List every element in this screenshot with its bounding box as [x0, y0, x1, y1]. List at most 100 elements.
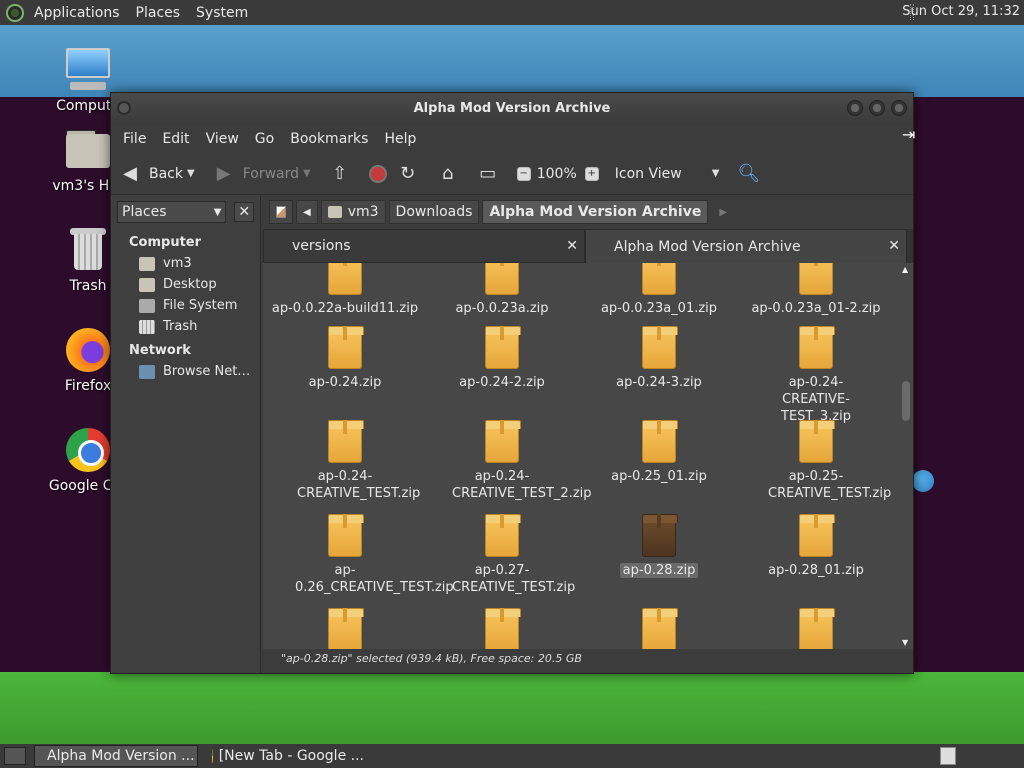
minimize-button[interactable] [847, 100, 863, 116]
maximize-button[interactable] [869, 100, 885, 116]
file-item[interactable]: ap-0.0.23a_01-2.zip [738, 263, 894, 317]
file-item[interactable]: ap-0.24-CREATIVE-TEST_3.zip [738, 326, 894, 425]
clock[interactable]: Sun Oct 29, 11:32 [902, 4, 1020, 19]
sidebar-item-file-system[interactable]: File System [111, 295, 260, 316]
menu-help[interactable]: Help [376, 131, 424, 147]
file-item[interactable]: ap-0.24-3.zip [581, 326, 737, 391]
zoom-out-icon[interactable]: − [516, 166, 531, 181]
show-desktop-button[interactable] [4, 747, 26, 765]
zoom-level: 100% [536, 165, 577, 182]
file-item-partial[interactable] [738, 608, 894, 649]
zip-archive-icon [642, 326, 678, 369]
tab-alpha-mod-version-archive[interactable]: Alpha Mod Version Archive ✕ [585, 229, 907, 263]
file-item[interactable]: ap-0.25-CREATIVE_TEST.zip [738, 420, 894, 502]
file-item-partial[interactable] [581, 608, 737, 649]
file-item[interactable]: ap-0.26_CREATIVE_TEST.zip [267, 514, 454, 596]
menu-file[interactable]: File [115, 131, 154, 147]
file-item[interactable]: ap-0.24-CREATIVE_TEST.zip [267, 420, 423, 502]
path-crumb-current[interactable]: Alpha Mod Version Archive [482, 200, 709, 224]
zip-archive-icon [485, 420, 521, 463]
scroll-up-icon[interactable]: ▲ [902, 265, 908, 274]
window-menu-icon[interactable] [117, 101, 131, 115]
sidebar-item-label: Desktop [163, 277, 217, 292]
zip-archive-icon [642, 420, 678, 463]
path-crumb-downloads[interactable]: Downloads [388, 200, 480, 224]
sidebar-close-button[interactable]: ✕ [234, 202, 254, 222]
view-mode-select[interactable]: Icon View ▼ [615, 166, 728, 182]
taskbar-item-file-manager[interactable]: Alpha Mod Version ... [34, 745, 198, 767]
zip-archive-icon [328, 514, 364, 557]
file-item[interactable]: ap-0.24-CREATIVE_TEST_2.zip [424, 420, 592, 502]
up-button[interactable]: ⇧ [329, 163, 359, 184]
taskbar-item-label: [New Tab - Google ... [218, 748, 364, 764]
zip-archive-icon [799, 263, 833, 295]
tab-versions[interactable]: versions ✕ [263, 229, 585, 263]
location-edit-button[interactable] [269, 200, 293, 224]
stop-button[interactable] [368, 164, 387, 183]
search-button[interactable]: 🔍︎ [737, 163, 767, 184]
file-item[interactable]: ap-0.24-2.zip [424, 326, 580, 391]
zip-archive-icon [642, 263, 676, 295]
path-crumb-vm3[interactable]: vm3 [320, 200, 386, 224]
menu-system[interactable]: System [188, 5, 256, 21]
menu-bookmarks[interactable]: Bookmarks [282, 131, 376, 147]
file-item[interactable]: ap-0.27-CREATIVE_TEST.zip [424, 514, 580, 596]
sidebar-item-label: Browse Net… [163, 364, 251, 379]
file-label: ap-0.0.23a_01-2.zip [751, 301, 881, 316]
resize-cursor-icon: ⇥ [902, 125, 916, 144]
file-item[interactable]: ap-0.0.23a.zip [424, 263, 580, 317]
forward-history-dropdown-icon[interactable]: ▼ [303, 168, 311, 179]
file-item[interactable]: ap-0.0.23a_01.zip [581, 263, 737, 317]
view-mode-dropdown-icon: ▼ [711, 168, 720, 179]
file-item-partial[interactable] [424, 608, 580, 649]
computer-button[interactable]: ▭ [477, 163, 507, 184]
zip-archive-icon [799, 326, 835, 369]
file-item[interactable]: ap-0.0.22a-build11.zip [267, 263, 423, 317]
scroll-down-icon[interactable]: ▼ [902, 638, 908, 647]
workspace-switcher[interactable] [940, 747, 956, 765]
stop-icon [368, 164, 387, 183]
window-titlebar[interactable]: Alpha Mod Version Archive [111, 93, 913, 125]
menu-edit[interactable]: Edit [154, 131, 197, 147]
chevron-right-icon[interactable]: ▶ [719, 207, 727, 218]
file-item[interactable]: ap-0.24.zip [267, 326, 423, 391]
file-item[interactable]: ap-0.28_01.zip [738, 514, 894, 579]
file-item-selected[interactable]: ap-0.28.zip [581, 514, 737, 579]
file-label: ap-0.24-CREATIVE_TEST.zip [297, 469, 421, 501]
taskbar-item-label: Alpha Mod Version ... [47, 748, 195, 764]
firefox-icon [64, 326, 112, 374]
forward-button[interactable]: ▶ Forward ▼ [213, 163, 319, 184]
gnome-logo-icon[interactable] [6, 3, 24, 22]
zip-archive-icon [328, 608, 364, 649]
file-label: ap-0.0.23a.zip [455, 301, 549, 316]
close-button[interactable] [891, 100, 907, 116]
menu-places[interactable]: Places [128, 5, 189, 21]
sidebar-selector[interactable]: Places ▼ [117, 201, 227, 223]
vertical-scrollbar[interactable]: ▲ ▼ [899, 263, 913, 649]
file-item-partial[interactable] [267, 608, 423, 649]
zip-archive-icon [328, 420, 364, 463]
file-item[interactable]: ap-0.25_01.zip [581, 420, 737, 485]
home-button[interactable]: ⌂ [437, 163, 467, 184]
reload-button[interactable]: ↻ [397, 163, 427, 184]
zoom-in-icon[interactable]: + [584, 166, 599, 181]
sidebar-item-desktop[interactable]: Desktop [111, 274, 260, 295]
tab-close-icon[interactable]: ✕ [566, 238, 578, 254]
back-history-dropdown-icon[interactable]: ▼ [187, 168, 195, 179]
menu-view[interactable]: View [198, 131, 247, 147]
back-button[interactable]: ◀ Back ▼ [119, 163, 203, 184]
menu-go[interactable]: Go [247, 131, 282, 147]
zip-archive-icon [328, 326, 364, 369]
scrollbar-thumb[interactable] [902, 381, 910, 421]
window-title: Alpha Mod Version Archive [413, 101, 611, 116]
sidebar-item-trash[interactable]: Trash [111, 316, 260, 337]
desktop-folder-icon [139, 277, 155, 292]
zip-archive-icon [799, 608, 835, 649]
home-folder-icon [139, 256, 155, 271]
taskbar-item-chrome[interactable]: [New Tab - Google ... [206, 745, 370, 767]
sidebar-item-vm3[interactable]: vm3 [111, 253, 260, 274]
tab-close-icon[interactable]: ✕ [888, 238, 900, 254]
path-scroll-left-button[interactable]: ◀ [296, 200, 318, 224]
menu-applications[interactable]: Applications [26, 5, 128, 21]
sidebar-item-browse-network[interactable]: Browse Net… [111, 361, 260, 382]
